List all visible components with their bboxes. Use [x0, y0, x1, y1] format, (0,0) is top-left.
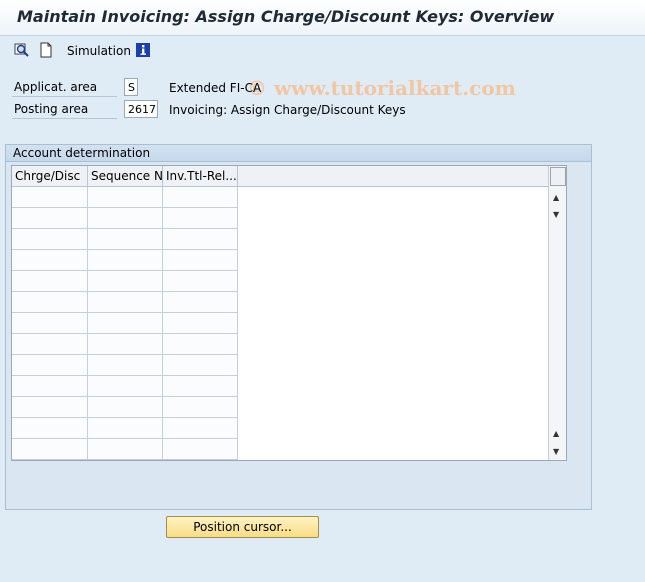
table-cell[interactable]: [12, 418, 88, 439]
table-cell[interactable]: [88, 250, 163, 271]
information-icon[interactable]: [135, 42, 151, 58]
page-title: Maintain Invoicing: Assign Charge/Discou…: [17, 7, 555, 26]
table-cell[interactable]: [163, 355, 238, 376]
column-header-inv-ttl-rel[interactable]: Inv.Ttl-Rel...: [163, 166, 238, 187]
posting-area-label: Posting area: [12, 100, 117, 119]
find-icon[interactable]: [14, 42, 30, 58]
table-cell[interactable]: [88, 313, 163, 334]
table-cell[interactable]: [12, 376, 88, 397]
table-cell[interactable]: [12, 229, 88, 250]
scroll-down-arrow-icon[interactable]: ▼: [553, 210, 559, 220]
table-cell[interactable]: [163, 313, 238, 334]
table-cell[interactable]: [88, 229, 163, 250]
table-cell[interactable]: [12, 313, 88, 334]
table-cell[interactable]: [12, 250, 88, 271]
column-header-sequence[interactable]: Sequence N: [88, 166, 163, 187]
table-cell[interactable]: [12, 187, 88, 208]
scroll-up-arrow-icon[interactable]: ▲: [553, 193, 559, 203]
table-cell[interactable]: [163, 229, 238, 250]
table-cell[interactable]: [12, 292, 88, 313]
table-cell[interactable]: [12, 355, 88, 376]
table-cell[interactable]: [88, 355, 163, 376]
table-cell[interactable]: [88, 418, 163, 439]
watermark: © www.tutorialkart.com: [247, 76, 516, 100]
table-cell[interactable]: [163, 418, 238, 439]
account-determination-title: Account determination: [6, 145, 591, 162]
table-cell[interactable]: [163, 250, 238, 271]
table-vertical-scrollbar[interactable]: ▲ ▼ ▲ ▼: [548, 166, 566, 460]
table-cell[interactable]: [12, 439, 88, 460]
simulation-button[interactable]: Simulation: [67, 44, 131, 58]
table-cell[interactable]: [163, 397, 238, 418]
table-cell[interactable]: [88, 208, 163, 229]
table-cell[interactable]: [88, 397, 163, 418]
table-cell[interactable]: [88, 292, 163, 313]
table-cell[interactable]: [12, 334, 88, 355]
table-cell[interactable]: [163, 292, 238, 313]
account-determination-group: Account determination Chrge/Disc Sequenc…: [5, 144, 592, 510]
account-determination-table: Chrge/Disc Sequence N Inv.Ttl-Rel... ▲ ▼…: [11, 165, 567, 461]
table-cell[interactable]: [88, 187, 163, 208]
table-cell[interactable]: [163, 208, 238, 229]
table-cell[interactable]: [88, 439, 163, 460]
position-cursor-button[interactable]: Position cursor...: [166, 516, 319, 538]
table-cell[interactable]: [12, 208, 88, 229]
table-cell[interactable]: [163, 334, 238, 355]
posting-area-field[interactable]: 2617: [124, 100, 158, 118]
table-cell[interactable]: [163, 376, 238, 397]
table-header: Chrge/Disc Sequence N Inv.Ttl-Rel...: [12, 166, 548, 187]
table-cell[interactable]: [88, 271, 163, 292]
table-cell[interactable]: [163, 439, 238, 460]
column-header-chrge-disc[interactable]: Chrge/Disc: [12, 166, 88, 187]
table-cell[interactable]: [88, 376, 163, 397]
scroll-to-top-button[interactable]: [550, 167, 566, 186]
applicat-area-label: Applicat. area: [12, 78, 117, 97]
scroll-page-down-arrow-icon[interactable]: ▼: [553, 447, 559, 457]
table-cell[interactable]: [163, 187, 238, 208]
table-cell[interactable]: [88, 334, 163, 355]
table-cell[interactable]: [12, 397, 88, 418]
title-bar: Maintain Invoicing: Assign Charge/Discou…: [0, 0, 645, 36]
applicat-area-field[interactable]: S: [124, 78, 138, 96]
applicat-area-description: Extended FI-CA: [169, 81, 262, 95]
posting-area-description: Invoicing: Assign Charge/Discount Keys: [169, 103, 406, 117]
scroll-page-up-arrow-icon[interactable]: ▲: [553, 429, 559, 439]
application-toolbar: Simulation © www.tutorialkart.com: [0, 37, 645, 100]
table-cell[interactable]: [12, 271, 88, 292]
new-document-icon[interactable]: [38, 42, 54, 58]
table-cell[interactable]: [163, 271, 238, 292]
